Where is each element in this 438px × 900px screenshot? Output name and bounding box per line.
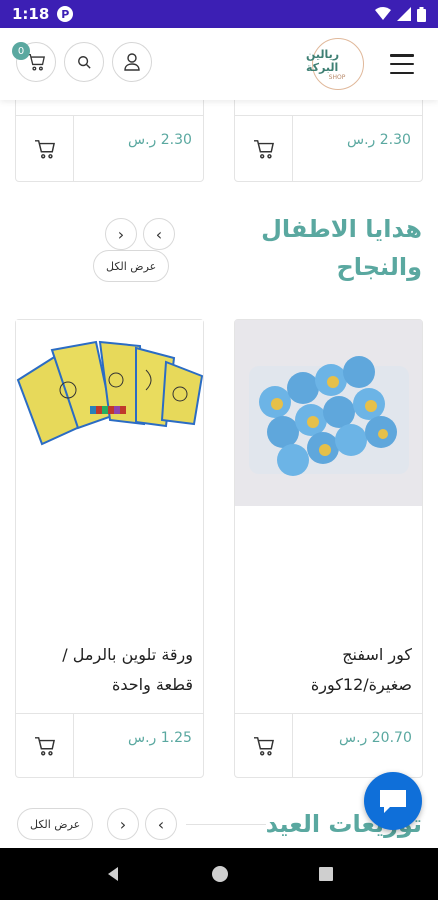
sand-coloring-image	[16, 340, 203, 446]
chat-bubble-icon	[380, 790, 406, 813]
add-to-cart-button[interactable]	[235, 116, 293, 182]
main-content[interactable]: 2.30 ر.س 2.30 ر.س هدايا الاطفال والنجاح …	[0, 100, 438, 848]
product-price: 1.25 ر.س	[128, 730, 192, 746]
product-image	[235, 320, 422, 506]
notification-icon: P	[57, 6, 74, 22]
sponge-balls-image	[249, 356, 409, 476]
product-card-sand-coloring[interactable]: ورقة تلوين بالرمل / قطعة واحدة 1.25 ر.س	[15, 319, 204, 778]
view-all-button[interactable]: عرض الكل	[17, 808, 94, 840]
product-name: ورقة تلوين بالرمل / قطعة واحدة	[62, 645, 193, 694]
cart-icon	[34, 140, 55, 159]
product-price: 2.30 ر.س	[128, 132, 192, 148]
cart-icon	[253, 737, 274, 756]
app-header: 0 ريالين البركة SHOP	[0, 28, 438, 100]
home-icon[interactable]	[211, 865, 229, 883]
wifi-icon	[375, 7, 391, 20]
battery-icon	[417, 6, 426, 22]
add-to-cart-button[interactable]	[16, 714, 74, 778]
chat-button[interactable]	[364, 772, 422, 830]
carousel-prev-button[interactable]: ‹	[145, 808, 177, 840]
product-image	[16, 320, 203, 506]
logo-name: ريالين البركة	[306, 47, 340, 74]
recents-icon[interactable]	[318, 866, 334, 882]
status-bar: 1:18 P	[0, 0, 438, 28]
status-time: 1:18	[12, 5, 50, 23]
carousel-next-button[interactable]: ›	[105, 218, 137, 250]
logo-sub: SHOP	[328, 73, 346, 81]
product-name: كور اسفنج صغيرة/12كورة	[310, 645, 412, 694]
carousel-prev-button[interactable]: ‹	[143, 218, 175, 250]
cart-count-badge: 0	[12, 42, 30, 60]
view-all-button[interactable]: عرض الكل	[93, 250, 170, 282]
cart-icon	[26, 53, 45, 71]
system-nav-bar	[0, 848, 438, 900]
store-logo[interactable]: ريالين البركة SHOP	[306, 36, 368, 92]
product-price: 20.70 ر.س	[339, 730, 412, 746]
product-card-top-left[interactable]: 2.30 ر.س	[15, 100, 204, 182]
header-account-button[interactable]	[112, 42, 152, 82]
cart-icon	[34, 737, 55, 756]
signal-icon	[397, 7, 411, 21]
add-to-cart-button[interactable]	[16, 116, 74, 182]
search-icon	[78, 56, 91, 69]
product-price: 2.30 ر.س	[347, 132, 411, 148]
carousel-next-button[interactable]: ›	[107, 808, 139, 840]
header-search-button[interactable]	[64, 42, 104, 82]
section-title-kids-gifts: هدايا الاطفال والنجاح	[261, 215, 422, 281]
hamburger-menu-button[interactable]	[390, 54, 414, 74]
add-to-cart-button[interactable]	[235, 714, 293, 778]
cart-icon	[253, 140, 274, 159]
back-icon[interactable]	[104, 865, 122, 883]
product-card-top-right[interactable]: 2.30 ر.س	[234, 100, 423, 182]
section-divider	[186, 824, 266, 825]
user-icon	[124, 53, 140, 71]
product-card-sponge-balls[interactable]: كور اسفنج صغيرة/12كورة 20.70 ر.س	[234, 319, 423, 778]
